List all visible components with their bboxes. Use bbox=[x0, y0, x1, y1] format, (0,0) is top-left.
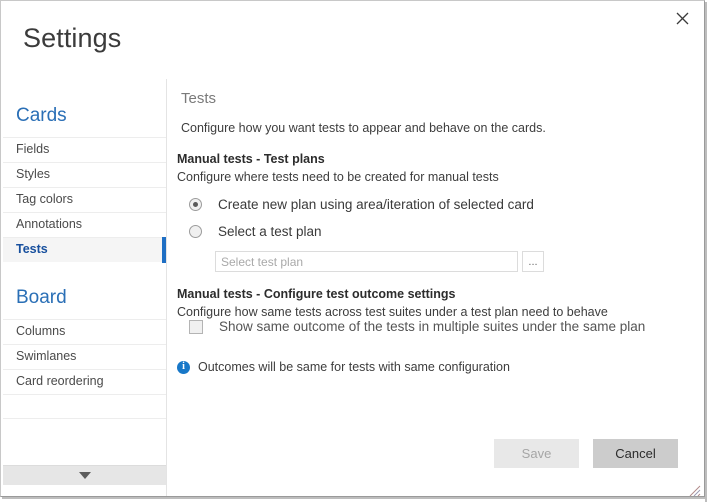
info-message-text: Outcomes will be same for tests with sam… bbox=[198, 360, 510, 374]
close-icon bbox=[676, 12, 689, 25]
page-title: Tests bbox=[181, 90, 217, 107]
settings-sidebar: Cards Fields Styles Tag colors Annotatio… bbox=[2, 79, 166, 496]
manual-tests-plans-description: Configure where tests need to be created… bbox=[177, 170, 499, 184]
sidebar-item-columns[interactable]: Columns bbox=[3, 319, 166, 344]
resize-grip[interactable] bbox=[689, 484, 701, 496]
radio-create-new-plan[interactable]: Create new plan using area/iteration of … bbox=[189, 197, 534, 212]
sidebar-group-board-title: Board bbox=[16, 287, 67, 308]
checkbox-show-same-outcome[interactable]: Show same outcome of the tests in multip… bbox=[189, 319, 645, 334]
sidebar-item-label: Tag colors bbox=[16, 192, 73, 206]
sidebar-item-card-reordering[interactable]: Card reordering bbox=[3, 369, 166, 394]
manual-tests-plans-heading: Manual tests - Test plans bbox=[177, 152, 325, 166]
radio-label: Select a test plan bbox=[218, 224, 322, 239]
cancel-button[interactable]: Cancel bbox=[593, 439, 678, 468]
chevron-down-icon bbox=[78, 472, 91, 479]
sidebar-item-label: Tests bbox=[16, 242, 48, 256]
sidebar-item-fields[interactable]: Fields bbox=[3, 137, 166, 162]
sidebar-scroll-down-button[interactable] bbox=[3, 465, 166, 485]
sidebar-item-swimlanes[interactable]: Swimlanes bbox=[3, 344, 166, 369]
sidebar-item-tag-colors[interactable]: Tag colors bbox=[3, 187, 166, 212]
browse-test-plan-button[interactable]: ... bbox=[522, 251, 544, 272]
radio-button-icon bbox=[189, 198, 202, 211]
sidebar-item-label: Card reordering bbox=[16, 374, 104, 388]
sidebar-item-annotations[interactable]: Annotations bbox=[3, 212, 166, 237]
settings-content-panel: Tests Configure how you want tests to ap… bbox=[167, 79, 704, 419]
sidebar-item-blank bbox=[3, 394, 166, 419]
manual-tests-outcome-heading: Manual tests - Configure test outcome se… bbox=[177, 287, 456, 301]
sidebar-item-label: Swimlanes bbox=[16, 349, 77, 363]
window-shadow-bottom bbox=[2, 497, 707, 499]
save-button[interactable]: Save bbox=[494, 439, 579, 468]
test-plan-input[interactable] bbox=[215, 251, 518, 272]
info-icon: i bbox=[177, 360, 190, 374]
info-message: i Outcomes will be same for tests with s… bbox=[177, 360, 510, 374]
dialog-title: Settings bbox=[23, 23, 122, 53]
sidebar-item-tests[interactable]: Tests bbox=[3, 237, 166, 263]
checkbox-label: Show same outcome of the tests in multip… bbox=[219, 319, 646, 334]
checkbox-icon bbox=[189, 319, 203, 334]
sidebar-item-label: Styles bbox=[16, 167, 51, 181]
close-button[interactable] bbox=[667, 4, 697, 32]
page-description: Configure how you want tests to appear a… bbox=[181, 121, 546, 135]
sidebar-item-label: Fields bbox=[16, 142, 50, 156]
sidebar-item-label: Annotations bbox=[16, 217, 83, 231]
radio-select-test-plan[interactable]: Select a test plan bbox=[189, 224, 322, 239]
manual-tests-outcome-description: Configure how same tests across test sui… bbox=[177, 305, 608, 319]
radio-button-icon bbox=[189, 225, 202, 238]
settings-dialog: Settings Cards Fields Styles Tag colors … bbox=[0, 0, 705, 497]
sidebar-item-styles[interactable]: Styles bbox=[3, 162, 166, 187]
sidebar-item-label: Columns bbox=[16, 324, 66, 338]
sidebar-group-cards-title: Cards bbox=[16, 105, 67, 126]
radio-label: Create new plan using area/iteration of … bbox=[218, 197, 534, 212]
